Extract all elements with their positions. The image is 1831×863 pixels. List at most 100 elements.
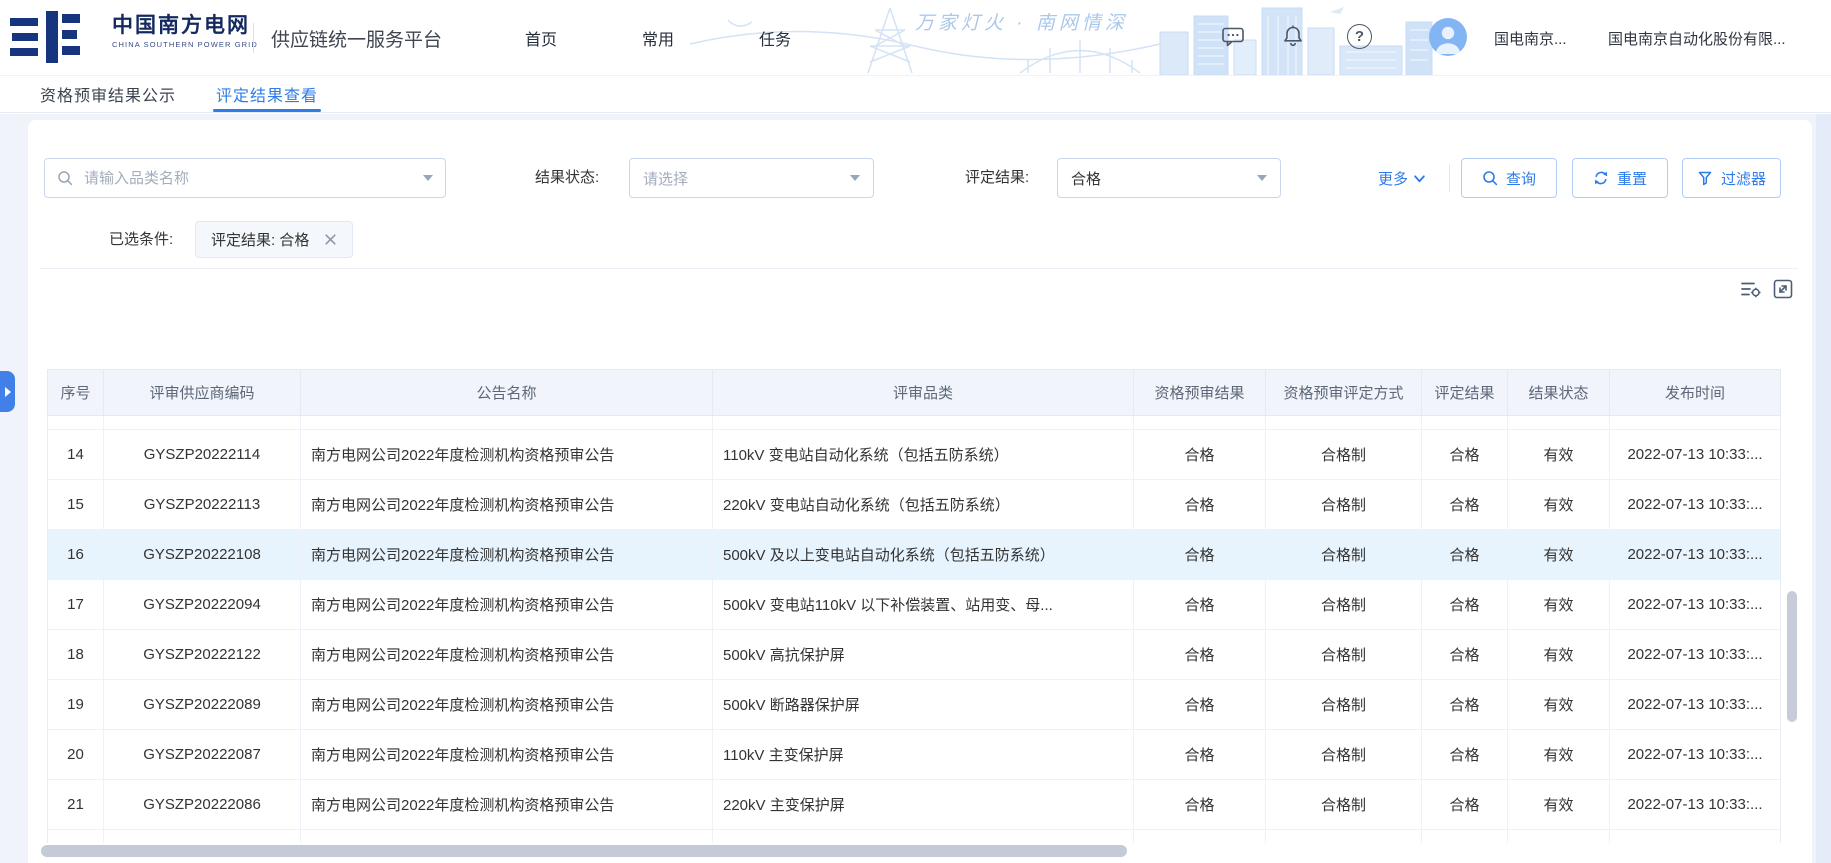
query-button[interactable]: 查询 bbox=[1461, 158, 1557, 198]
chevron-right-icon bbox=[5, 387, 11, 397]
cell-status: 有效 bbox=[1508, 580, 1610, 630]
column-header: 结果状态 bbox=[1508, 370, 1610, 416]
cell-code: GYSZP20222114 bbox=[104, 430, 301, 480]
tab-bar: 资格预审结果公示 评定结果查看 bbox=[0, 75, 1831, 113]
cell-status: 有效 bbox=[1508, 630, 1610, 680]
table-row[interactable]: 15GYSZP20222113南方电网公司2022年度检测机构资格预审公告220… bbox=[48, 480, 1781, 530]
table-row[interactable]: 21GYSZP20222086南方电网公司2022年度检测机构资格预审公告220… bbox=[48, 780, 1781, 830]
cell-time: 2022-07-13 10:33:... bbox=[1610, 630, 1781, 680]
avatar[interactable] bbox=[1429, 18, 1467, 56]
cell-category: 500kV 断路器保护屏 bbox=[713, 680, 1134, 730]
cell-status: 有效 bbox=[1508, 430, 1610, 480]
column-header: 资格预审结果 bbox=[1134, 370, 1266, 416]
cell-time: 2022-07-13 10:33:... bbox=[1610, 430, 1781, 480]
column-header: 评定结果 bbox=[1422, 370, 1508, 416]
cell-method: 合格制 bbox=[1266, 630, 1422, 680]
cell-method: 合格制 bbox=[1266, 680, 1422, 730]
selected-conditions-label: 已选条件: bbox=[109, 221, 173, 258]
cell-status: 有效 bbox=[1508, 780, 1610, 830]
filter-chip: 评定结果: 合格 bbox=[195, 221, 353, 258]
page-scrollbar-track[interactable] bbox=[1816, 114, 1831, 863]
partial-row bbox=[48, 830, 1781, 843]
close-icon[interactable] bbox=[324, 233, 337, 246]
cell-notice: 南方电网公司2022年度检测机构资格预审公告 bbox=[301, 780, 713, 830]
cell-result: 合格 bbox=[1422, 480, 1508, 530]
table-row[interactable]: 19GYSZP20222089南方电网公司2022年度检测机构资格预审公告500… bbox=[48, 680, 1781, 730]
status-select[interactable]: 请选择 bbox=[629, 158, 874, 198]
result-select[interactable]: 合格 bbox=[1057, 158, 1281, 198]
category-search-input[interactable] bbox=[82, 169, 414, 188]
bell-icon[interactable] bbox=[1280, 23, 1306, 49]
more-filters-link[interactable]: 更多 bbox=[1378, 158, 1426, 198]
cell-time: 2022-07-13 10:33:... bbox=[1610, 530, 1781, 580]
table-row[interactable]: 20GYSZP20222087南方电网公司2022年度检测机构资格预审公告110… bbox=[48, 730, 1781, 780]
results-table: 序号评审供应商编码公告名称评审品类资格预审结果资格预审评定方式评定结果结果状态发… bbox=[47, 369, 1780, 843]
side-panel-expander[interactable] bbox=[0, 371, 15, 412]
cell-notice: 南方电网公司2022年度检测机构资格预审公告 bbox=[301, 530, 713, 580]
search-icon bbox=[57, 170, 73, 186]
chevron-down-icon bbox=[1413, 172, 1426, 185]
chevron-down-icon bbox=[1257, 175, 1267, 181]
cell-category: 500kV 高抗保护屏 bbox=[713, 630, 1134, 680]
company-name[interactable]: 国电南京自动化股份有限... bbox=[1608, 28, 1786, 49]
cell-notice: 南方电网公司2022年度检测机构资格预审公告 bbox=[301, 730, 713, 780]
fullscreen-icon[interactable] bbox=[1771, 277, 1795, 301]
main-nav: 首页 常用 任务 bbox=[525, 0, 791, 75]
cell-code: GYSZP20222122 bbox=[104, 630, 301, 680]
cell-prequal: 合格 bbox=[1134, 680, 1266, 730]
filter-chip-text: 评定结果: 合格 bbox=[211, 229, 309, 250]
logo-text: 中国南方电网 CHINA SOUTHERN POWER GRID bbox=[112, 15, 258, 49]
table-row[interactable]: 14GYSZP20222114南方电网公司2022年度检测机构资格预审公告110… bbox=[48, 430, 1781, 480]
cell-category: 220kV 主变保护屏 bbox=[713, 780, 1134, 830]
nav-item-tasks[interactable]: 任务 bbox=[759, 26, 791, 50]
cell-notice: 南方电网公司2022年度检测机构资格预审公告 bbox=[301, 580, 713, 630]
category-search-box bbox=[44, 158, 446, 198]
table-vertical-scrollbar[interactable] bbox=[1787, 591, 1797, 722]
refresh-icon bbox=[1593, 170, 1609, 186]
cell-code: GYSZP20222113 bbox=[104, 480, 301, 530]
cell-method: 合格制 bbox=[1266, 480, 1422, 530]
cell-code: GYSZP20222089 bbox=[104, 680, 301, 730]
table-settings-icon[interactable] bbox=[1739, 277, 1763, 301]
column-header: 资格预审评定方式 bbox=[1266, 370, 1422, 416]
csg-logo-icon bbox=[10, 11, 102, 65]
cell-method: 合格制 bbox=[1266, 730, 1422, 780]
cell-code: GYSZP20222087 bbox=[104, 730, 301, 780]
cell-result: 合格 bbox=[1422, 630, 1508, 680]
column-header: 评审供应商编码 bbox=[104, 370, 301, 416]
status-select-value: 请选择 bbox=[643, 168, 688, 189]
tab-assessment-result-view[interactable]: 评定结果查看 bbox=[216, 76, 318, 112]
reset-button[interactable]: 重置 bbox=[1572, 158, 1668, 198]
chevron-down-icon[interactable] bbox=[423, 175, 433, 181]
content-area: 结果状态: 请选择 评定结果: 合格 更多 bbox=[0, 114, 1831, 863]
result-filter-label: 评定结果: bbox=[965, 158, 1029, 198]
cell-method: 合格制 bbox=[1266, 430, 1422, 480]
message-icon[interactable] bbox=[1220, 24, 1246, 50]
cell-result: 合格 bbox=[1422, 530, 1508, 580]
user-name[interactable]: 国电南京... bbox=[1494, 28, 1567, 49]
cell-time: 2022-07-13 10:33:... bbox=[1610, 480, 1781, 530]
table-horizontal-scrollbar[interactable] bbox=[41, 845, 1127, 857]
column-header: 发布时间 bbox=[1610, 370, 1781, 416]
filter-button[interactable]: 过滤器 bbox=[1682, 158, 1781, 198]
table-row[interactable]: 16GYSZP20222108南方电网公司2022年度检测机构资格预审公告500… bbox=[48, 530, 1781, 580]
tab-prequalification-publicity[interactable]: 资格预审结果公示 bbox=[40, 76, 176, 112]
nav-item-home[interactable]: 首页 bbox=[525, 26, 557, 50]
cell-seq: 16 bbox=[48, 530, 104, 580]
cell-prequal: 合格 bbox=[1134, 630, 1266, 680]
cell-time: 2022-07-13 10:33:... bbox=[1610, 730, 1781, 780]
cell-seq: 19 bbox=[48, 680, 104, 730]
cell-category: 220kV 变电站自动化系统（包括五防系统） bbox=[713, 480, 1134, 530]
header-divider bbox=[253, 23, 254, 53]
table-row[interactable]: 18GYSZP20222122南方电网公司2022年度检测机构资格预审公告500… bbox=[48, 630, 1781, 680]
help-icon[interactable]: ? bbox=[1347, 24, 1372, 49]
table-header-row: 序号评审供应商编码公告名称评审品类资格预审结果资格预审评定方式评定结果结果状态发… bbox=[48, 370, 1781, 416]
cell-result: 合格 bbox=[1422, 580, 1508, 630]
table-row[interactable]: 17GYSZP20222094南方电网公司2022年度检测机构资格预审公告500… bbox=[48, 580, 1781, 630]
column-header: 评审品类 bbox=[713, 370, 1134, 416]
cell-prequal: 合格 bbox=[1134, 730, 1266, 780]
nav-item-common[interactable]: 常用 bbox=[642, 26, 674, 50]
main-card: 结果状态: 请选择 评定结果: 合格 更多 bbox=[28, 120, 1812, 863]
cell-notice: 南方电网公司2022年度检测机构资格预审公告 bbox=[301, 480, 713, 530]
cell-time: 2022-07-13 10:33:... bbox=[1610, 580, 1781, 630]
